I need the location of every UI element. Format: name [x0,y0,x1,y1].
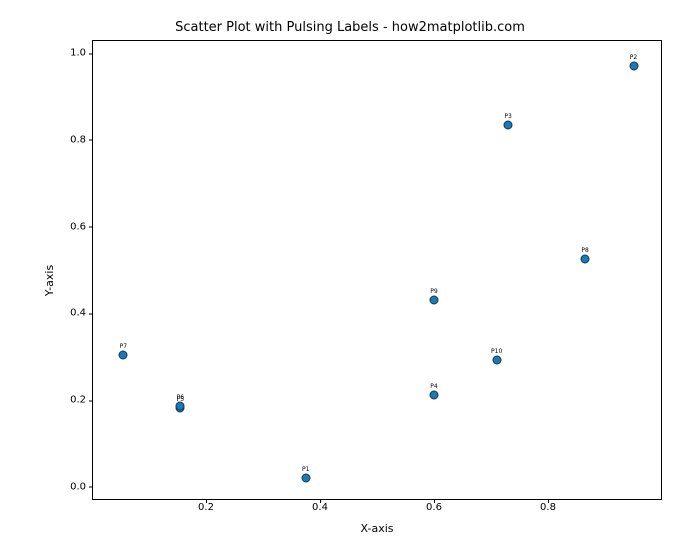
point-label: P1 [302,466,309,473]
point-label: P6 [177,394,184,401]
y-tick: 0.4 [56,308,86,319]
y-tick: 0.2 [56,395,86,406]
data-point [581,255,590,264]
data-point [119,350,128,359]
data-point [430,295,439,304]
figure: Scatter Plot with Pulsing Labels - how2m… [0,0,700,560]
data-point [301,474,310,483]
x-tick: 0.2 [198,502,214,513]
y-axis-label: Y-axis [40,0,60,560]
y-tick: 0.6 [56,221,86,232]
x-tick: 0.4 [312,502,328,513]
point-label: P9 [430,288,437,295]
point-label: P8 [581,247,588,254]
y-tick: 1.0 [56,48,86,59]
data-point [176,402,185,411]
x-tick: 0.6 [426,502,442,513]
x-tick: 0.8 [540,502,556,513]
chart-title: Scatter Plot with Pulsing Labels - how2m… [0,20,700,35]
y-tick: 0.8 [56,134,86,145]
x-axis-label: X-axis [92,522,662,535]
point-label: P7 [120,343,127,350]
point-label: P4 [430,383,437,390]
data-point [492,356,501,365]
plot-axes [92,40,662,500]
point-label: P10 [491,348,502,355]
data-point [629,62,638,71]
data-point [504,121,513,130]
point-label: P3 [504,113,511,120]
y-tick: 0.0 [56,481,86,492]
point-label: P2 [630,54,637,61]
data-point [430,390,439,399]
